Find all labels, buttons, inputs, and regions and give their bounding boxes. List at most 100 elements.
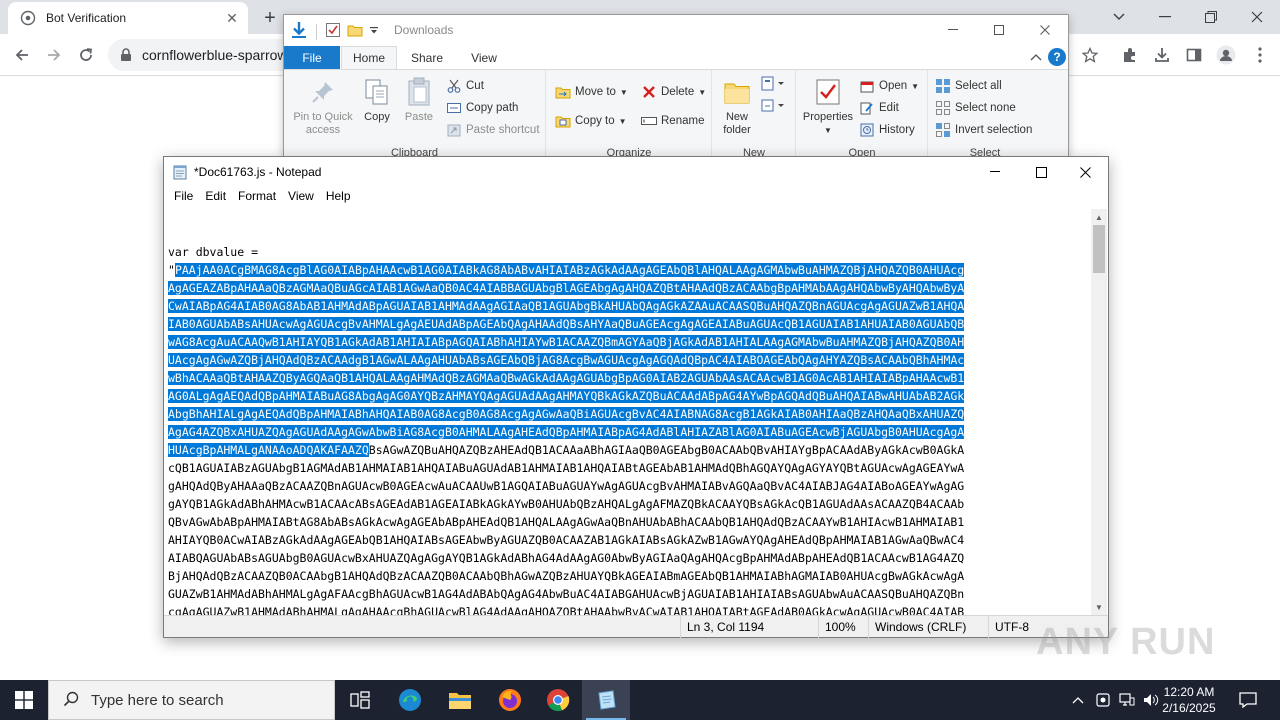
move-to-label: Move to [575,86,616,98]
menu-view[interactable]: View [282,187,320,207]
menu-help[interactable]: Help [320,187,357,207]
explorer-download-icon [290,21,308,42]
pin-quick-access-button[interactable]: Pin to Quick access [290,76,356,137]
clock-time: 12:20 AM [1163,685,1215,699]
explorer-maximize-icon[interactable] [976,15,1022,45]
taskbar-search[interactable]: Type here to search [48,680,335,720]
scrollbar-thumb[interactable] [1093,225,1105,273]
rename-button[interactable]: Rename [641,113,704,129]
firefox-icon[interactable] [486,680,534,720]
new-item-icon[interactable] [761,76,785,95]
copy-path-icon [446,100,462,116]
ribbon: Pin to Quick access Copy Paste Cut Copy … [284,69,1068,157]
windows-start-button[interactable] [0,680,48,720]
paste-button[interactable]: Paste [402,76,436,124]
back-icon[interactable] [8,41,36,69]
close-window-icon[interactable] [1234,0,1280,34]
code-line: AHIAYQB0ACwAIABzAGkAdAAgAGEAbQB1AHQAIABs… [168,533,965,547]
task-view-icon[interactable] [336,680,384,720]
bookmark-star-icon[interactable] [1076,41,1104,69]
invert-selection-button[interactable]: Invert selection [935,122,1032,138]
chrome-menu-icon[interactable] [1246,41,1274,69]
notepad-close-icon[interactable] [1062,157,1108,187]
menu-file[interactable]: File [168,187,199,207]
selected-text: IAB0AGUAbABsAHUAcwAgAGUAcgBvAHMALgAgAEUA… [168,317,965,331]
close-tab-icon[interactable]: ✕ [222,8,242,28]
notepad-minimize-icon[interactable] [972,157,1018,187]
edit-button[interactable]: Edit [859,100,899,116]
edge-icon[interactable] [386,680,434,720]
explorer-minimize-icon[interactable] [930,15,976,45]
explorer-close-icon[interactable] [1022,15,1068,45]
qat-dropdown-icon[interactable] [369,25,379,39]
select-group: Select all Select none Invert selection … [929,70,1041,157]
chrome-icon[interactable] [534,680,582,720]
select-none-button[interactable]: Select none [935,100,1016,116]
properties-check-icon[interactable] [325,22,341,41]
new-folder-button[interactable]: New folder [717,76,757,137]
code-line: gAHQAdQByAHAAaQBzACAAZQBnAGUAcwB0AGEAcwA… [168,479,965,493]
new-folder-qat-icon[interactable] [347,22,363,41]
scroll-up-icon[interactable]: ▲ [1091,209,1107,225]
ribbon-tabs: File Home Share View ? [284,46,1068,69]
notepad-taskbar-icon[interactable] [582,680,630,720]
address-bar[interactable]: cornflowerblue-sparrow [108,39,288,71]
cursor-position: Ln 3, Col 1194 [680,616,828,638]
easy-access-icon[interactable] [761,98,785,117]
delete-button[interactable]: Delete ▼ [641,84,706,100]
profile-avatar-icon[interactable] [1212,41,1240,69]
organize-group: Move to ▼ Copy to ▼ Delete ▼ Rename Orga… [547,70,712,157]
open-button[interactable]: Open ▼ [859,78,919,94]
menu-edit[interactable]: Edit [199,187,232,207]
explorer-title-bar: Downloads [284,15,1068,46]
vertical-scrollbar[interactable]: ▲ ▼ [1091,209,1107,615]
help-icon[interactable]: ? [1048,48,1066,66]
select-all-button[interactable]: Select all [935,78,1002,94]
file-explorer-icon[interactable] [436,680,484,720]
tab-view[interactable]: View [459,46,509,69]
properties-button[interactable]: Properties ▼ [801,76,855,137]
notification-icon[interactable] [1234,680,1262,720]
code-line: AG0ALgAgAEQAdQBpAHMAIABuAG8AbgAgAG0AYQBz… [168,387,1093,405]
move-to-button[interactable]: Move to ▼ [555,84,628,100]
browser-tab[interactable]: Bot Verification ✕ [8,2,248,34]
tray-app-icon[interactable] [1092,680,1114,720]
open-icon [859,78,875,94]
reload-icon[interactable] [72,41,100,69]
side-panel-icon[interactable] [1180,41,1208,69]
paste-shortcut-button[interactable]: Paste shortcut [446,122,540,138]
restore-icon[interactable] [1188,0,1234,34]
network-icon[interactable] [1116,680,1138,720]
notepad-maximize-icon[interactable] [1018,157,1064,187]
tab-share[interactable]: Share [402,46,452,69]
tab-home[interactable]: Home [341,46,397,69]
collapse-ribbon-icon[interactable] [1030,50,1042,64]
text-editor[interactable]: var dbvalue = "PAAjAA0ACgBMAG8AcgBlAG0AI… [168,209,1093,615]
extensions-icon[interactable] [1116,41,1144,69]
forward-icon[interactable] [40,41,68,69]
tab-file[interactable]: File [284,46,340,69]
selected-text: UAcgAgAGwAZQBjAHQAdQBzACAAdgB1AGwALAAgAH… [168,353,965,367]
copy-path-button[interactable]: Copy path [446,100,518,116]
copy-to-button[interactable]: Copy to ▼ [555,113,627,129]
selected-text: AbgBhAHIALgAgAEQAdQBpAHMAIABhAHQAIAB0AG8… [168,407,965,421]
watermark-text: ANY RUN [1036,620,1216,663]
new-folder-icon [721,76,753,108]
open-group: Properties ▼ Open ▼ Edit History Open [797,70,928,157]
new-tab-button[interactable]: + [258,6,282,30]
invert-selection-label: Invert selection [955,124,1033,136]
copy-button[interactable]: Copy [360,76,394,124]
code-line: IAB0AGUAbABsAHUAcwAgAGUAcgBvAHMALgAgAEUA… [168,315,1093,333]
notepad-icon [172,164,188,180]
history-button[interactable]: History [859,122,915,138]
cut-button[interactable]: Cut [446,78,484,94]
minimize-icon[interactable] [1142,0,1188,34]
code-line: wAG8AcgAuACAAQwB1AHIAYQB1AGkAdAB1AHIAIAB… [168,333,1093,351]
menu-format[interactable]: Format [232,187,282,207]
taskbar-clock[interactable]: 12:20 AM 2/16/2025 [1150,680,1228,720]
download-icon[interactable] [1148,41,1176,69]
delete-dropdown-icon: ▼ [698,87,707,97]
scissors-icon [446,78,462,94]
show-hidden-icons[interactable] [1068,680,1088,720]
tab-search-icon[interactable] [1096,0,1142,34]
